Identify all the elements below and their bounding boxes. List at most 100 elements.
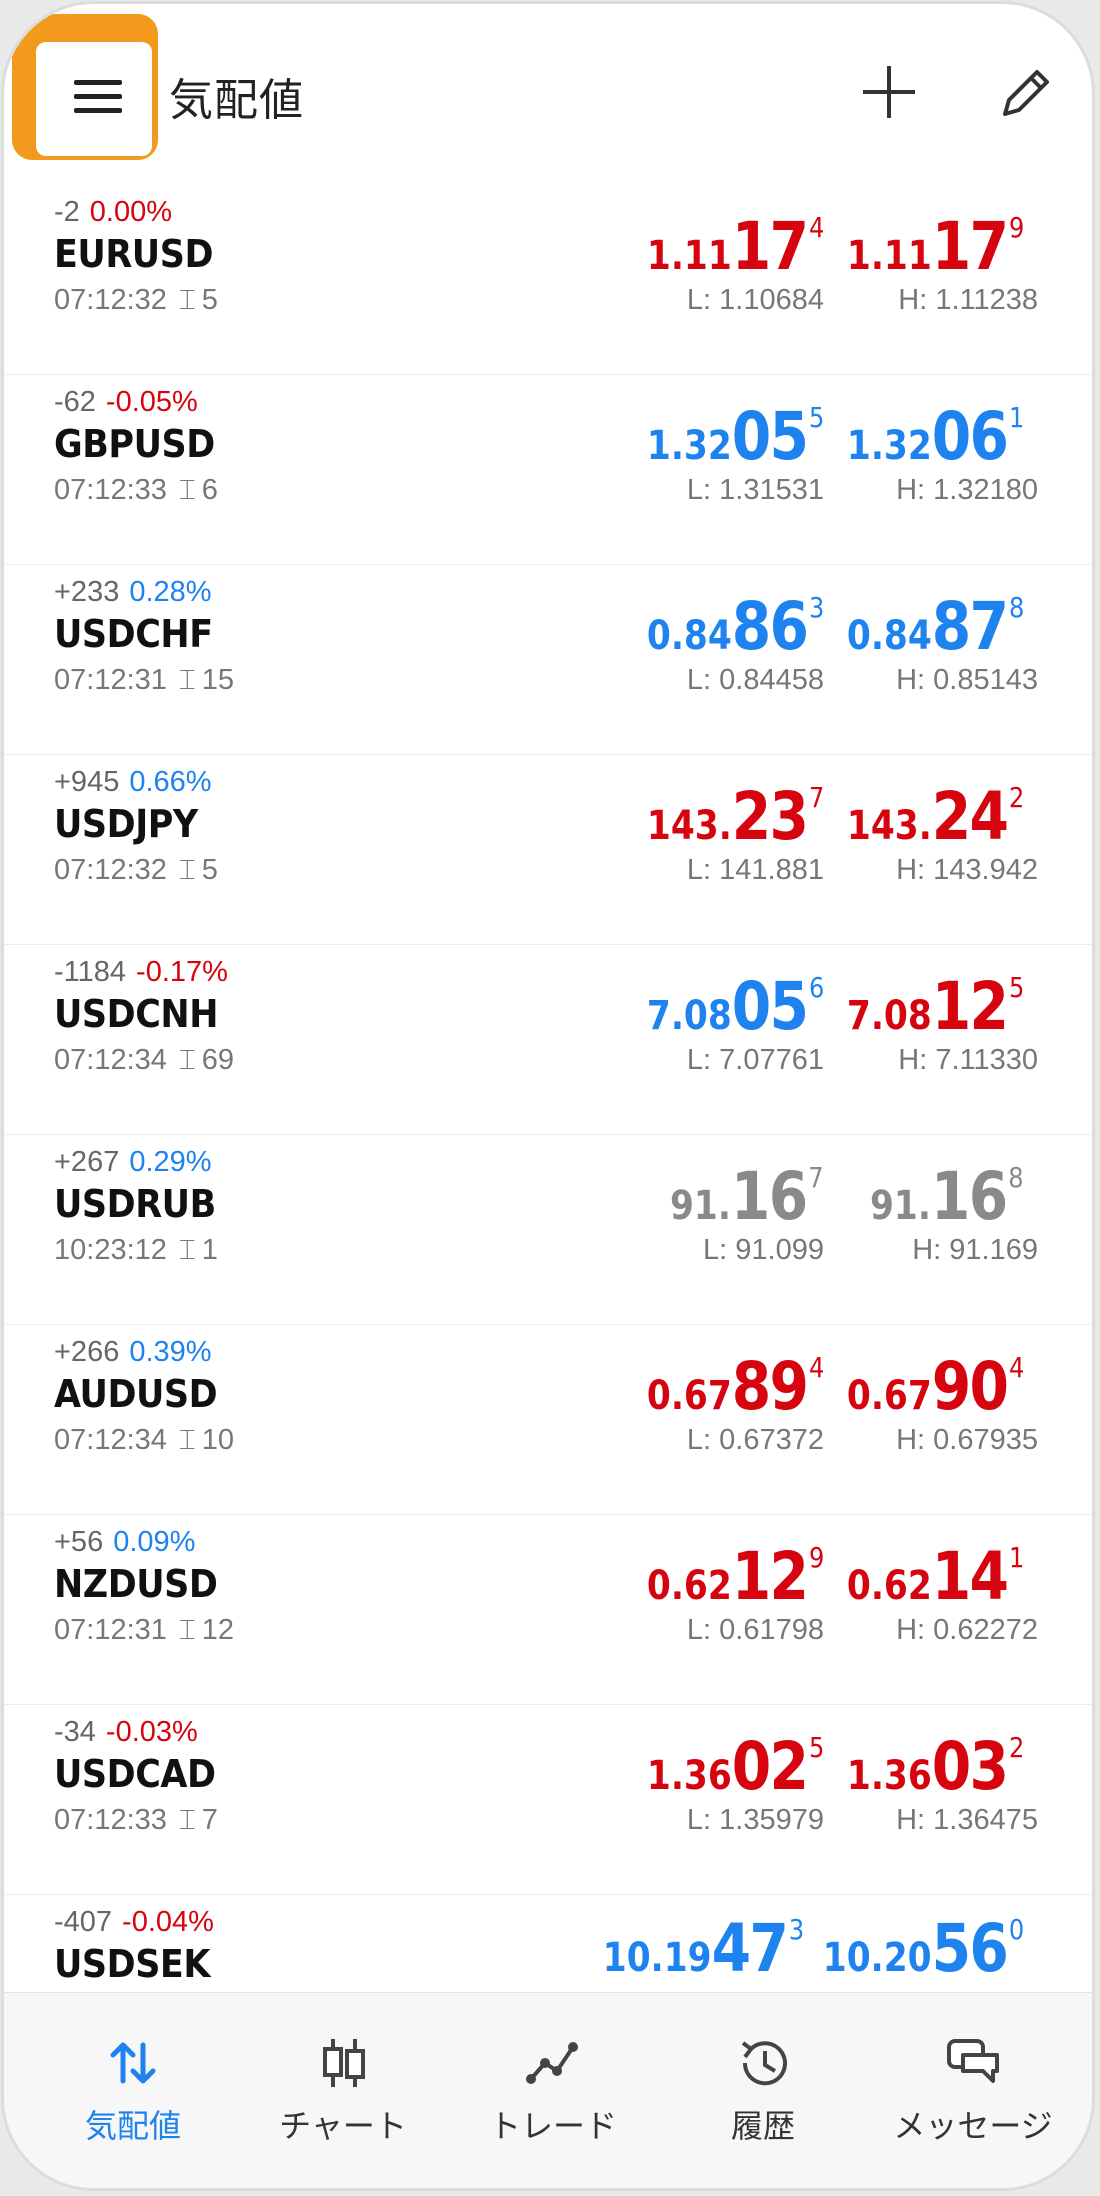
nav-chart[interactable]: チャート [238,1993,448,2188]
quote-high: H: 1.36475 [896,1804,1038,1836]
change-percent: -0.05% [105,386,198,418]
quote-change: +56 0.09% [54,1526,195,1559]
bid-price-fraction: 4 [808,1351,824,1384]
menu-highlight [12,14,158,160]
bid-price-fraction: 7 [808,1161,824,1194]
change-points: +56 [54,1526,104,1558]
change-points: +233 [54,576,120,608]
ask-price[interactable]: 7.08125 [847,968,1024,1045]
change-percent: -0.17% [136,956,228,988]
ask-price-prefix: 0.84 [846,613,932,659]
page-title: 気配値 [169,75,304,126]
quote-row[interactable]: +266 0.39% AUDUSD 07:12:34 ⌶ 10 0.67894 0.6… [4,1324,1092,1515]
quote-high: H: 0.62272 [896,1614,1038,1646]
quote-change: -62 -0.05% [54,386,198,419]
plus-icon[interactable] [859,62,919,122]
bid-price[interactable]: 143.237 [647,778,824,855]
quote-symbol: USDCHF [54,612,213,656]
change-percent: 0.29% [129,1146,212,1178]
spread-icon: ⌶ [178,284,196,315]
bid-price-fraction: 3 [788,1913,804,1946]
quote-change: +945 0.66% [54,766,212,799]
quote-low: L: 7.07761 [686,1044,824,1076]
change-points: -34 [54,1716,96,1748]
ask-price-pips: 90 [931,1348,1008,1425]
ask-price[interactable]: 0.62141 [847,1538,1024,1615]
nav-quotes[interactable]: 気配値 [28,1993,238,2188]
quote-row[interactable]: -2 0.00% EURUSD 07:12:32 ⌶ 5 1.11174 1.1117… [4,184,1092,375]
quote-high: H: 0.67935 [896,1424,1038,1456]
quote-time: 07:12:32 [54,854,167,886]
bid-price-prefix: 1.32 [646,423,732,469]
ask-price-prefix: 1.32 [846,423,932,469]
bottom-navigation: 気配値 チャート トレード 履歴 メッセージ [4,1992,1092,2188]
change-points: +267 [54,1146,120,1178]
ask-price[interactable]: 0.67904 [847,1348,1024,1425]
quote-spread: 10 [201,1424,234,1456]
bid-price[interactable]: 0.62129 [647,1538,824,1615]
pencil-icon[interactable] [997,62,1057,122]
change-percent: -0.03% [105,1716,198,1748]
quote-row[interactable]: +945 0.66% USDJPY 07:12:32 ⌶ 5 143.237 143.… [4,754,1092,945]
ask-price-prefix: 10.20 [822,1935,932,1981]
bid-price-pips: 16 [731,1158,808,1235]
quote-row[interactable]: -34 -0.03% USDCAD 07:12:33 ⌶ 7 1.36025 1.36… [4,1704,1092,1895]
bid-price[interactable]: 0.84863 [647,588,824,665]
ask-price-fraction: 2 [1008,1731,1024,1764]
hamburger-menu-button[interactable] [36,42,152,156]
ask-price[interactable]: 1.11179 [847,208,1024,285]
ask-price-fraction: 0 [1008,1913,1024,1946]
trade-line-icon [526,2042,578,2084]
ask-price[interactable]: 1.36032 [847,1728,1024,1805]
quote-row[interactable]: +56 0.09% NZDUSD 07:12:31 ⌶ 12 0.62129 0.62… [4,1514,1092,1705]
quote-row[interactable]: -62 -0.05% GBPUSD 07:12:33 ⌶ 6 1.32055 1.32… [4,374,1092,565]
ask-price[interactable]: 143.242 [847,778,1024,855]
bid-price-prefix: 7.08 [646,993,732,1039]
nav-messages[interactable]: メッセージ [868,1993,1078,2188]
ask-price-pips: 12 [931,968,1008,1045]
quote-row[interactable]: -1184 -0.17% USDCNH 07:12:34 ⌶ 69 7.08056 7… [4,944,1092,1135]
bid-price-prefix: 143. [646,803,732,849]
quote-symbol: USDJPY [54,802,198,846]
bid-price-pips: 47 [711,1910,788,1987]
bid-price[interactable]: 10.19473 [603,1910,804,1987]
bid-price-fraction: 5 [808,1731,824,1764]
quote-row[interactable]: +233 0.28% USDCHF 07:12:31 ⌶ 15 0.84863 0.8… [4,564,1092,755]
quote-symbol: USDSEK [54,1942,210,1986]
bid-price[interactable]: 1.32055 [647,398,824,475]
spread-icon: ⌶ [178,1614,196,1645]
bid-price[interactable]: 1.36025 [647,1728,824,1805]
quote-low: L: 0.84458 [686,664,824,696]
quote-high: H: 1.32180 [896,474,1038,506]
ask-price-fraction: 1 [1008,1541,1024,1574]
ask-price[interactable]: 0.84878 [847,588,1024,665]
quote-time-row: 10:23:12 ⌶ 1 [54,1234,218,1267]
bid-price[interactable]: 1.11174 [647,208,824,285]
change-percent: 0.28% [129,576,212,608]
nav-history[interactable]: 履歴 [658,1993,868,2188]
bid-price[interactable]: 91.167 [670,1158,824,1235]
quote-low: L: 91.099 [703,1234,824,1266]
bid-price[interactable]: 7.08056 [647,968,824,1045]
bid-price-pips: 12 [731,1538,808,1615]
ask-price[interactable]: 1.32061 [847,398,1024,475]
quote-row[interactable]: +267 0.29% USDRUB 10:23:12 ⌶ 1 91.167 91.16… [4,1134,1092,1325]
hamburger-menu-icon [74,80,122,85]
quote-low: L: 1.10684 [686,284,824,316]
ask-price-prefix: 7.08 [846,993,932,1039]
nav-trade[interactable]: トレード [448,1993,658,2188]
quote-time-row: 07:12:31 ⌶ 15 [54,664,234,697]
ask-price[interactable]: 91.168 [870,1158,1024,1235]
ask-price-fraction: 4 [1008,1351,1024,1384]
quote-high: H: 1.11238 [898,284,1038,316]
ask-price[interactable]: 10.20560 [823,1910,1024,1987]
quote-high: H: 0.85143 [896,664,1038,696]
quote-symbol: GBPUSD [54,422,215,466]
app-header: 気配値 [4,4,1092,174]
change-points: -2 [54,196,80,228]
bid-price-pips: 05 [731,398,808,475]
bid-price-fraction: 6 [808,971,824,1004]
quote-change: +267 0.29% [54,1146,212,1179]
quotes-arrows-icon [110,2042,156,2084]
bid-price[interactable]: 0.67894 [647,1348,824,1425]
